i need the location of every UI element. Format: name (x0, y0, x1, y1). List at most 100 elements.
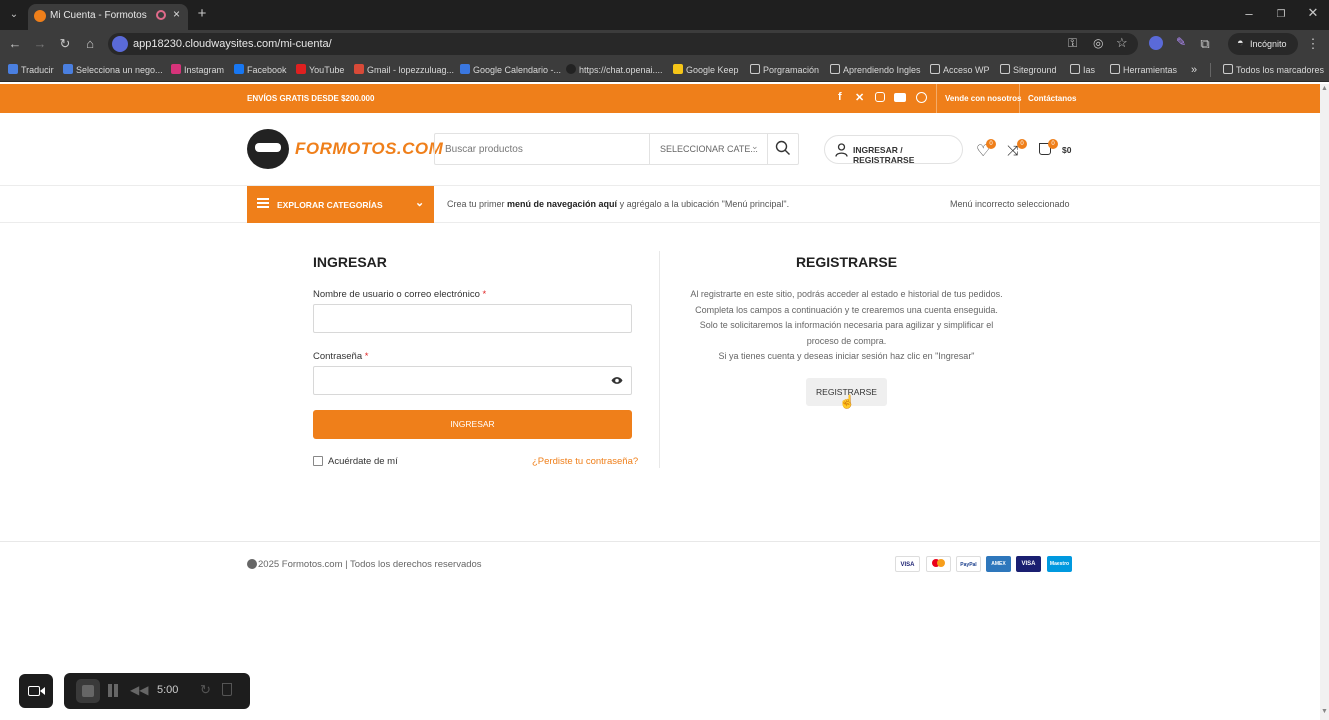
address-bar[interactable]: app18230.cloudwaysites.com/mi-cuenta/ ⚿ … (108, 33, 1138, 55)
bookmark-item[interactable]: Instagram (171, 63, 224, 77)
incognito-badge[interactable]: ◓ Incógnito (1228, 33, 1298, 55)
forgot-password-link[interactable]: ¿Perdiste tu contraseña? (532, 456, 638, 467)
incognito-icon: ◓ (1237, 37, 1244, 49)
compare-count-badge: 0 (1017, 139, 1027, 149)
openai-icon (566, 64, 576, 74)
site-info-icon[interactable] (112, 36, 128, 52)
bookmark-item[interactable]: Traducir (8, 63, 54, 77)
reload-icon[interactable]: ↻ (57, 37, 73, 51)
password-label: Contraseña * (313, 351, 369, 362)
menu-error-text: Menú incorrecto seleccionado (950, 199, 1070, 209)
logo-wordmark: FORMOTOS.COM (295, 139, 444, 158)
browser-toolbar: ← → ↻ ⌂ app18230.cloudwaysites.com/mi-cu… (0, 30, 1329, 58)
promo-topbar: ENVÍOS GRATIS DESDE $200.000 f ✕ Vende c… (0, 84, 1320, 113)
facebook-icon (234, 64, 244, 74)
forward-icon[interactable]: → (32, 37, 48, 51)
divider (649, 134, 650, 164)
contact-link[interactable]: Contáctanos (1028, 94, 1076, 103)
bookmark-folder[interactable]: Siteground (1000, 63, 1057, 77)
account-label: INGRESAR / REGISTRARSE (853, 145, 915, 165)
scroll-up-icon[interactable]: ▲ (1321, 85, 1328, 92)
stop-button[interactable] (76, 679, 100, 703)
translate-icon (8, 64, 18, 74)
search-input[interactable]: Buscar productos (445, 144, 523, 155)
divider (1019, 84, 1020, 113)
bookmark-item[interactable]: Gmail - lopezzuluag... (354, 63, 454, 77)
free-shipping-text: ENVÍOS GRATIS DESDE $200.000 (247, 94, 375, 103)
sell-with-us-link[interactable]: Vende con nosotros (945, 94, 1021, 103)
instagram-icon[interactable] (875, 92, 885, 102)
category-select[interactable]: SELECCIONAR CATE... (660, 144, 758, 154)
extensions-puzzle-icon[interactable]: ⧉ (1197, 37, 1213, 51)
recorder-camera-button[interactable] (19, 674, 53, 708)
menu-hint-link[interactable]: menú de navegación aquí (507, 199, 617, 209)
x-twitter-icon[interactable]: ✕ (855, 91, 864, 104)
scroll-down-icon[interactable]: ▼ (1321, 708, 1328, 715)
restore-icon[interactable]: ❐ (1273, 8, 1289, 22)
site-logo[interactable]: FORMOTOS.COM (247, 129, 443, 169)
bookmark-folder[interactable]: Porgramación (750, 63, 819, 77)
divider (767, 134, 768, 164)
all-bookmarks-folder[interactable]: Todos los marcadores (1210, 63, 1324, 77)
tab-search-icon[interactable]: ⌄ (6, 8, 22, 22)
tab-close-icon[interactable]: × (173, 7, 180, 21)
bookmark-item[interactable]: Selecciona un nego... (63, 63, 163, 77)
folder-icon (1223, 64, 1233, 74)
calendar-icon (460, 64, 470, 74)
facebook-icon[interactable]: f (838, 91, 842, 103)
pen-extension-icon[interactable]: ✎ (1176, 35, 1186, 49)
bookmark-item[interactable]: https://chat.openai.... (566, 63, 663, 77)
bookmark-star-icon[interactable]: ☆ (1116, 35, 1128, 51)
site-header: FORMOTOS.COM Buscar productos SELECCIONA… (0, 113, 1320, 186)
bookmark-item[interactable]: Facebook (234, 63, 287, 77)
browser-menu-icon[interactable]: ⋮ (1305, 37, 1321, 51)
recording-timer: 5:00 (157, 684, 179, 696)
explore-categories-button[interactable]: EXPLORAR CATEGORÍAS ⌄ (247, 186, 434, 223)
more-bookmarks-button[interactable]: » (1191, 63, 1197, 77)
meta-icon (63, 64, 73, 74)
bookmark-item[interactable]: YouTube (296, 63, 344, 77)
username-field[interactable] (313, 304, 632, 333)
browser-tab-active[interactable]: Mi Cuenta - Formotos × (28, 4, 188, 30)
extension-icon[interactable] (1149, 36, 1163, 50)
rewind-icon[interactable]: ◀◀ (130, 683, 148, 697)
youtube-icon[interactable] (894, 93, 906, 102)
tab-title: Mi Cuenta - Formotos (50, 10, 147, 21)
hamburger-menu-icon (257, 198, 269, 200)
pinterest-icon[interactable] (916, 92, 927, 103)
bookmark-item[interactable]: Google Keep (673, 63, 739, 77)
login-submit-button[interactable]: INGRESAR (313, 410, 632, 439)
close-window-icon[interactable]: ✕ (1305, 6, 1321, 20)
eye-off-icon[interactable]: ◎ (1093, 36, 1103, 50)
page-scrollbar[interactable]: ▲ ▼ (1320, 84, 1329, 720)
bookmark-folder[interactable]: Herramientas (1110, 63, 1177, 77)
instagram-icon (171, 64, 181, 74)
cart-total[interactable]: $0 (1062, 145, 1071, 155)
bookmark-folder[interactable]: Ias (1070, 63, 1095, 77)
password-field[interactable] (313, 366, 632, 395)
youtube-icon (296, 64, 306, 74)
account-button[interactable]: INGRESAR / REGISTRARSE (824, 135, 963, 165)
remember-me-checkbox[interactable] (313, 456, 323, 466)
pause-icon[interactable] (108, 684, 112, 697)
bookmark-item[interactable]: Google Calendario -... (460, 63, 561, 77)
keep-icon (673, 64, 683, 74)
username-label: Nombre de usuario o correo electrónico * (313, 289, 487, 300)
show-password-eye-icon[interactable] (611, 376, 623, 385)
bookmark-folder[interactable]: Acceso WP (930, 63, 990, 77)
browser-tab-bar: ⌄ Mi Cuenta - Formotos × + – ❐ ✕ (0, 0, 1329, 30)
bookmark-folder[interactable]: Aprendiendo Ingles (830, 63, 921, 77)
search-button[interactable] (775, 140, 791, 156)
remember-me-label[interactable]: Acuérdate de mí (328, 456, 398, 467)
minimize-icon[interactable]: – (1241, 7, 1257, 21)
hand-cursor-icon: ☝ (839, 394, 856, 409)
folder-icon (750, 64, 760, 74)
restart-icon[interactable]: ↻ (200, 682, 211, 698)
back-icon[interactable]: ← (7, 37, 23, 51)
password-key-icon[interactable]: ⚿ (1068, 36, 1077, 51)
register-description: Al registrarte en este sitio, podrás acc… (690, 289, 1003, 361)
new-tab-icon[interactable]: + (194, 6, 210, 21)
delete-trash-icon[interactable] (222, 683, 232, 696)
register-title: REGISTRARSE (795, 254, 898, 270)
home-icon[interactable]: ⌂ (82, 37, 98, 51)
